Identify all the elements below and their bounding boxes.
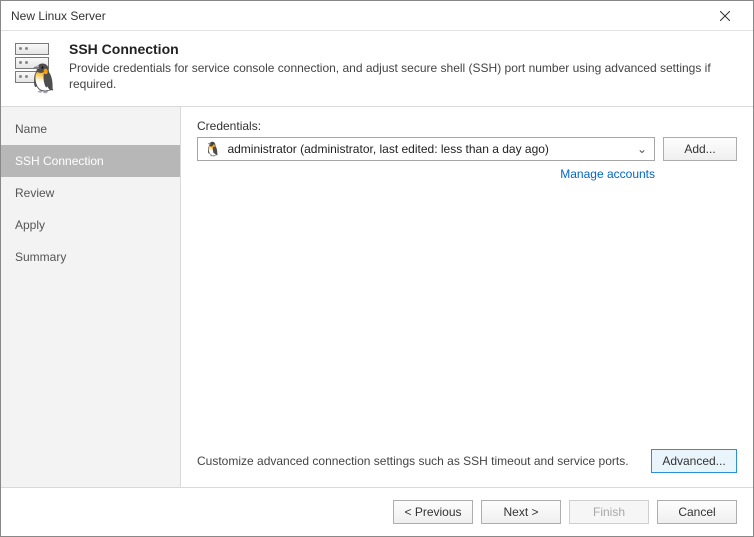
credentials-label: Credentials: xyxy=(197,119,737,133)
server-linux-icon: 🐧 xyxy=(15,41,55,89)
manage-accounts-link[interactable]: Manage accounts xyxy=(560,167,655,181)
add-credentials-button[interactable]: Add... xyxy=(663,137,737,161)
chevron-down-icon: ⌄ xyxy=(634,142,650,156)
window-title: New Linux Server xyxy=(11,9,705,23)
step-content: Credentials: 🐧 administrator (administra… xyxy=(181,107,753,487)
page-description: Provide credentials for service console … xyxy=(69,61,739,92)
next-button[interactable]: Next > xyxy=(481,500,561,524)
advanced-button[interactable]: Advanced... xyxy=(651,449,737,473)
step-apply[interactable]: Apply xyxy=(1,209,180,241)
close-icon xyxy=(720,11,730,21)
credentials-selected-value: administrator (administrator, last edite… xyxy=(227,142,628,156)
close-button[interactable] xyxy=(705,2,745,30)
wizard-window: New Linux Server 🐧 SSH Connection Provid… xyxy=(0,0,754,537)
wizard-body: Name SSH Connection Review Apply Summary… xyxy=(1,107,753,487)
titlebar: New Linux Server xyxy=(1,1,753,31)
step-ssh-connection[interactable]: SSH Connection xyxy=(1,145,180,177)
wizard-footer: < Previous Next > Finish Cancel xyxy=(1,487,753,536)
previous-button[interactable]: < Previous xyxy=(393,500,473,524)
wizard-steps-sidebar: Name SSH Connection Review Apply Summary xyxy=(1,107,181,487)
page-title: SSH Connection xyxy=(69,41,739,57)
advanced-description: Customize advanced connection settings s… xyxy=(197,454,639,468)
step-summary[interactable]: Summary xyxy=(1,241,180,273)
penguin-icon: 🐧 xyxy=(26,65,61,93)
finish-button[interactable]: Finish xyxy=(569,500,649,524)
wizard-header: 🐧 SSH Connection Provide credentials for… xyxy=(1,31,753,107)
penguin-icon: 🐧 xyxy=(204,142,221,156)
step-name[interactable]: Name xyxy=(1,113,180,145)
step-review[interactable]: Review xyxy=(1,177,180,209)
credentials-dropdown[interactable]: 🐧 administrator (administrator, last edi… xyxy=(197,137,655,161)
cancel-button[interactable]: Cancel xyxy=(657,500,737,524)
